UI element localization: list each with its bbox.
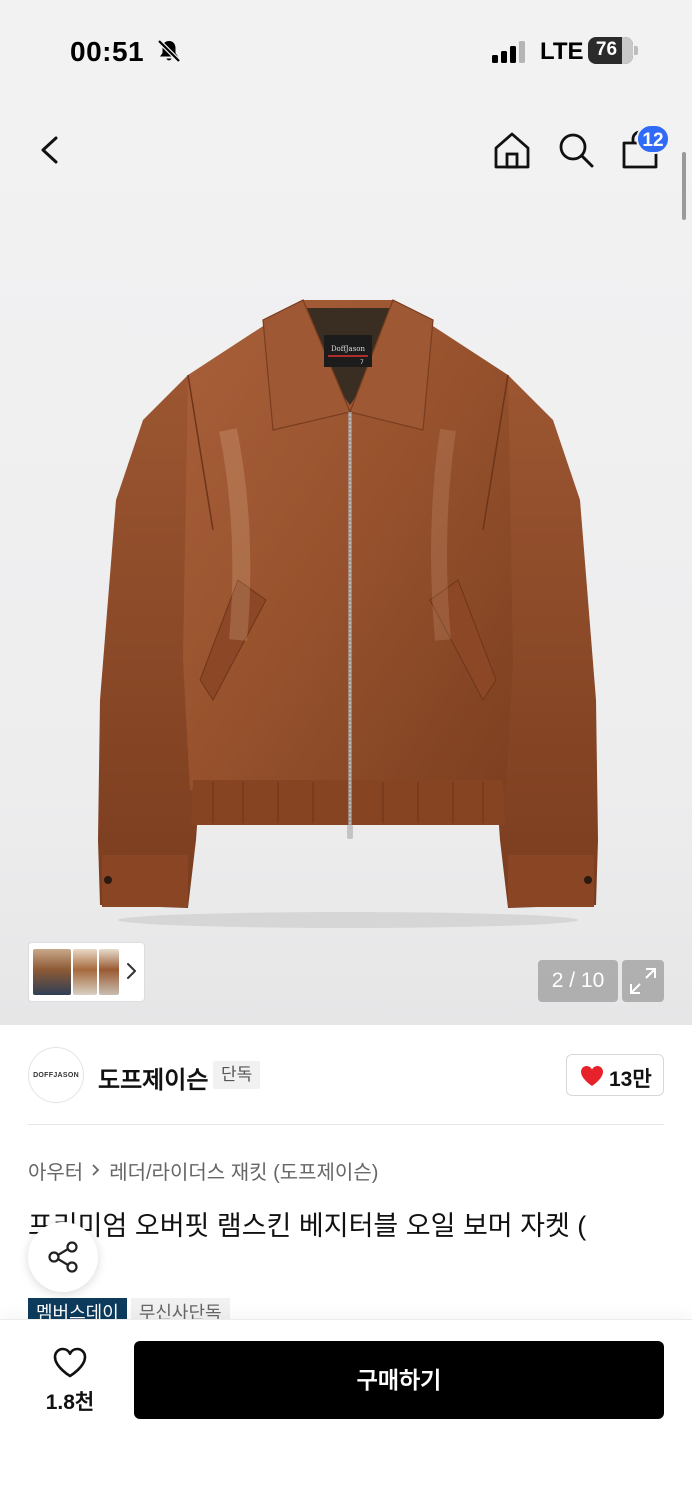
buy-button[interactable]: 구매하기 (134, 1341, 664, 1419)
expand-icon (630, 968, 656, 994)
thumbnail-image[interactable] (73, 949, 97, 995)
breadcrumb-subcategory[interactable]: 레더/라이더스 재킷 (도프제이슨) (109, 1156, 378, 1185)
brand-logo[interactable]: DOFFJASON (28, 1047, 84, 1103)
heart-outline-icon[interactable] (52, 1346, 88, 1380)
share-button[interactable] (28, 1222, 98, 1292)
breadcrumb: 아우터 레더/라이더스 재킷 (도프제이슨) (28, 1156, 378, 1184)
breadcrumb-category[interactable]: 아우터 (28, 1156, 83, 1185)
brand-like-button[interactable]: 13만 (566, 1054, 664, 1096)
tag-musinsa-exclusive: 무신사단독 (130, 1298, 230, 1320)
brand-like-count: 13만 (609, 1068, 652, 1091)
expand-button[interactable] (622, 960, 664, 1002)
cellular-signal-icon (492, 41, 525, 63)
network-type: LTE (540, 38, 584, 65)
chevron-right-icon[interactable] (125, 959, 139, 983)
status-time: 00:51 (70, 36, 145, 67)
heart-filled-icon (581, 1066, 603, 1086)
cart-count-badge: 12 (636, 124, 670, 154)
home-icon[interactable] (492, 130, 532, 170)
bell-off-icon (157, 39, 181, 63)
search-icon[interactable] (556, 130, 596, 170)
divider (28, 1124, 664, 1125)
model-thumbnail-strip[interactable] (28, 942, 145, 1002)
battery-level: 76 (595, 39, 618, 60)
brand-logo-text: DOFFJASON (33, 1072, 79, 1079)
wishlist-count: 1.8천 (45, 1391, 95, 1414)
status-bar: 00:51 LTE 76 (0, 0, 692, 100)
jacket-size-label: 7 (360, 359, 364, 366)
back-icon[interactable] (30, 130, 70, 170)
thumbnail-image[interactable] (33, 949, 71, 995)
product-image[interactable]: DoffJason 7 (88, 280, 608, 930)
chevron-right-icon (92, 1164, 100, 1176)
product-tags: 멤버스데이 무신사단독 (28, 1298, 230, 1320)
thumbnail-image[interactable] (99, 949, 119, 995)
jacket-brand-label: DoffJason (331, 345, 366, 353)
scroll-indicator (682, 152, 686, 220)
share-icon (48, 1241, 78, 1273)
exclusive-badge: 단독 (213, 1061, 261, 1089)
product-title: 프리미엄 오버핏 램스킨 베지터블 오일 보머 자켓 ( (28, 1211, 587, 1241)
battery-icon: 76 (588, 37, 638, 64)
brand-name[interactable]: 도프제이슨 (98, 1060, 208, 1095)
product-gallery[interactable]: 12 DoffJason 7 2 / 10 (0, 100, 692, 1025)
tag-members-day: 멤버스데이 (28, 1298, 127, 1320)
image-counter: 2 / 10 (538, 960, 618, 1002)
